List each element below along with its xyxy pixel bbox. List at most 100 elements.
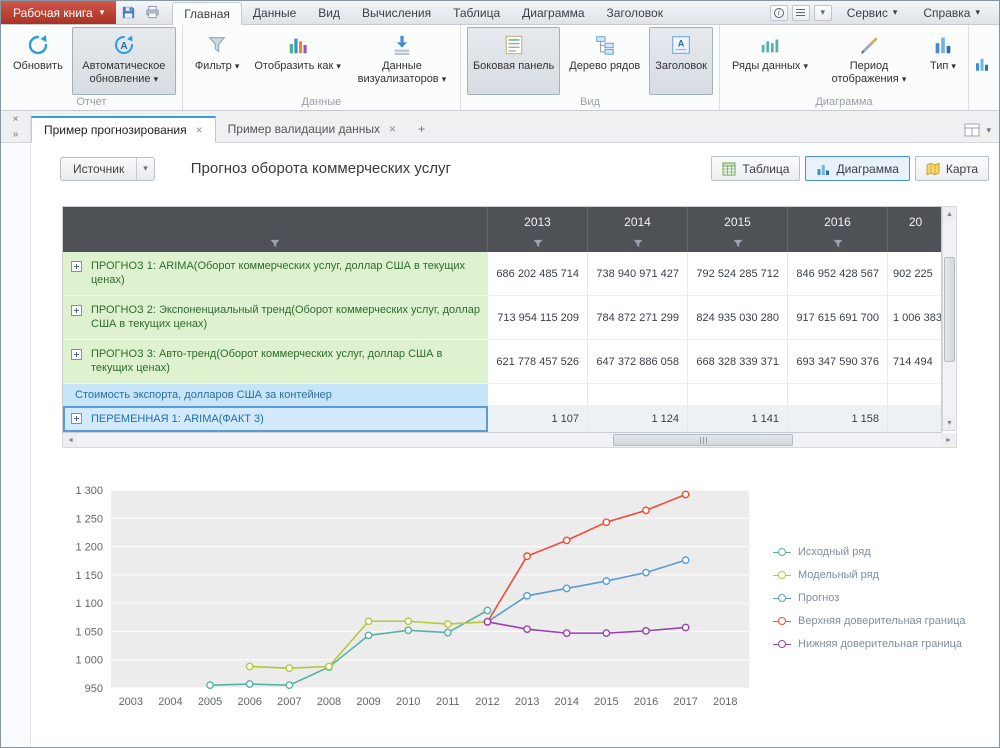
- new-tab-button[interactable]: +: [408, 115, 435, 142]
- menu-item-view[interactable]: Вид: [307, 2, 351, 24]
- chevron-down-icon[interactable]: ▾: [986, 125, 991, 136]
- table-cell-clipped: 714 494: [888, 340, 942, 384]
- chart-launcher-icon[interactable]: [973, 55, 991, 73]
- scroll-left-icon[interactable]: ◄: [63, 433, 78, 447]
- dropdown-caret-icon[interactable]: ▾: [814, 5, 832, 21]
- legend-marker-icon: [773, 571, 791, 580]
- print-icon[interactable]: [140, 1, 164, 24]
- menu-item-help[interactable]: Справка▾: [912, 1, 991, 24]
- horizontal-scroll-thumb[interactable]: [613, 434, 793, 446]
- legend-item-lower-bound[interactable]: Нижняя доверительная граница: [773, 638, 966, 650]
- close-icon[interactable]: ×: [196, 124, 203, 136]
- legend-item-original[interactable]: Исходный ряд: [773, 546, 966, 558]
- display-as-button[interactable]: Отобразить как ▾: [248, 27, 347, 95]
- vertical-scroll-track[interactable]: [943, 221, 956, 416]
- row-label-forecast-2[interactable]: ПРОГНОЗ 2: Экспоненциальный тренд(Оборот…: [63, 296, 488, 340]
- data-series-button[interactable]: Ряды данных ▾: [726, 27, 814, 95]
- info-icon[interactable]: i: [770, 5, 788, 21]
- table-row-selected: ПЕРЕМЕННАЯ 1: ARIMA(ФАКТ 3) 1 107 1 124 …: [63, 406, 942, 432]
- svg-text:2005: 2005: [198, 696, 222, 708]
- view-button-map[interactable]: Карта: [915, 156, 989, 181]
- row-label-variable-1[interactable]: ПЕРЕМЕННАЯ 1: ARIMA(ФАКТ 3): [63, 406, 488, 432]
- table-row: ПРОГНОЗ 1: ARIMA(Оборот коммерческих усл…: [63, 252, 942, 296]
- chevron-down-icon: ▾: [951, 61, 956, 71]
- series-tree-button[interactable]: Дерево рядов: [563, 27, 646, 95]
- expand-sidebar-icon[interactable]: »: [8, 128, 24, 141]
- table-cell: [588, 384, 688, 406]
- legend-item-upper-bound[interactable]: Верхняя доверительная граница: [773, 615, 966, 627]
- column-header-2016: 2016: [788, 207, 888, 252]
- svg-text:2008: 2008: [317, 696, 341, 708]
- table-cell: 1 124: [588, 406, 688, 432]
- auto-refresh-button[interactable]: A Автоматическое обновление ▾: [72, 27, 176, 95]
- expand-plus-icon[interactable]: [71, 305, 82, 316]
- menu-item-table[interactable]: Таблица: [442, 2, 511, 24]
- svg-text:2003: 2003: [119, 696, 143, 708]
- data-series-icon: [759, 32, 781, 58]
- list-icon[interactable]: [792, 5, 810, 21]
- table-horizontal-scrollbar[interactable]: ◄ ►: [62, 433, 957, 448]
- svg-text:A: A: [678, 38, 685, 48]
- side-panel-button[interactable]: Боковая панель: [467, 27, 560, 95]
- menu-item-chart[interactable]: Диаграмма: [511, 2, 595, 24]
- collapsed-side-panel[interactable]: [1, 143, 31, 747]
- filter-funnel-icon[interactable]: [732, 239, 743, 248]
- legend-item-forecast[interactable]: Прогноз: [773, 592, 966, 604]
- refresh-icon: [26, 32, 50, 58]
- filter-funnel-icon[interactable]: [270, 239, 281, 248]
- display-period-icon: [858, 32, 880, 58]
- legend-item-model[interactable]: Модельный ряд: [773, 569, 966, 581]
- close-icon[interactable]: ×: [389, 123, 396, 135]
- filter-funnel-icon[interactable]: [532, 239, 543, 248]
- workbook-menu-button[interactable]: Рабочая книга ▾: [1, 1, 116, 24]
- tab-forecast-example[interactable]: Пример прогнозирования ×: [31, 116, 216, 143]
- source-button[interactable]: Источник ▾: [60, 157, 155, 181]
- row-label-export-cost[interactable]: Стоимость экспорта, долларов США за конт…: [63, 384, 488, 406]
- map-icon: [926, 162, 940, 176]
- save-icon[interactable]: [116, 1, 140, 24]
- horizontal-scroll-track[interactable]: [78, 433, 941, 447]
- refresh-button[interactable]: Обновить: [7, 27, 69, 95]
- table-cell: 1 158: [788, 406, 888, 432]
- view-button-chart[interactable]: Диаграмма: [805, 156, 909, 181]
- view-button-table[interactable]: Таблица: [711, 156, 800, 181]
- filter-button[interactable]: Фильтр ▾: [189, 27, 246, 95]
- side-panel-icon: [503, 32, 525, 58]
- table-vertical-scrollbar[interactable]: ▲ ▼: [942, 206, 957, 431]
- close-icon[interactable]: ×: [8, 113, 24, 126]
- svg-text:2012: 2012: [475, 696, 499, 708]
- expand-plus-icon[interactable]: [71, 261, 82, 272]
- table-cell: 686 202 485 714: [488, 252, 588, 296]
- column-header-2017-clipped: 20: [888, 207, 942, 252]
- table-cell: 668 328 339 371: [688, 340, 788, 384]
- sheet-layout-icon[interactable]: [964, 123, 980, 137]
- chart-type-icon: [932, 32, 954, 58]
- row-label-forecast-1[interactable]: ПРОГНОЗ 1: ARIMA(Оборот коммерческих усл…: [63, 252, 488, 296]
- menu-item-home[interactable]: Главная: [172, 2, 242, 25]
- row-label-forecast-3[interactable]: ПРОГНОЗ 3: Авто-тренд(Оборот коммерчески…: [63, 340, 488, 384]
- ribbon: Обновить A Автоматическое обновление ▾ О…: [1, 25, 999, 111]
- menu-item-data[interactable]: Данные: [242, 2, 307, 24]
- expand-plus-icon[interactable]: [71, 413, 82, 424]
- menu-item-header[interactable]: Заголовок: [596, 2, 674, 24]
- menu-item-service[interactable]: Сервис▾: [836, 1, 909, 24]
- scroll-down-icon[interactable]: ▼: [943, 416, 956, 430]
- scroll-up-icon[interactable]: ▲: [943, 207, 956, 221]
- display-as-icon: [287, 32, 309, 58]
- display-period-button[interactable]: Период отображения ▾: [817, 27, 921, 95]
- expand-plus-icon[interactable]: [71, 349, 82, 360]
- filter-funnel-icon[interactable]: [832, 239, 843, 248]
- filter-funnel-icon[interactable]: [632, 239, 643, 248]
- tab-validation-example[interactable]: Пример валидации данных ×: [216, 115, 408, 142]
- table-cell: [688, 384, 788, 406]
- workbook-menu-label: Рабочая книга: [13, 6, 93, 20]
- table-cell: 693 347 590 376: [788, 340, 888, 384]
- app-window: Рабочая книга ▾ Главная Данные Вид Вычис…: [0, 0, 1000, 748]
- auto-refresh-icon: A: [112, 32, 136, 58]
- chart-type-button[interactable]: Тип ▾: [924, 27, 962, 95]
- vertical-scroll-thumb[interactable]: [944, 257, 955, 362]
- menu-item-calculations[interactable]: Вычисления: [351, 2, 442, 24]
- visualizer-data-button[interactable]: Данные визуализаторов ▾: [350, 27, 454, 95]
- header-button[interactable]: A Заголовок: [649, 27, 713, 95]
- scroll-right-icon[interactable]: ►: [941, 433, 956, 447]
